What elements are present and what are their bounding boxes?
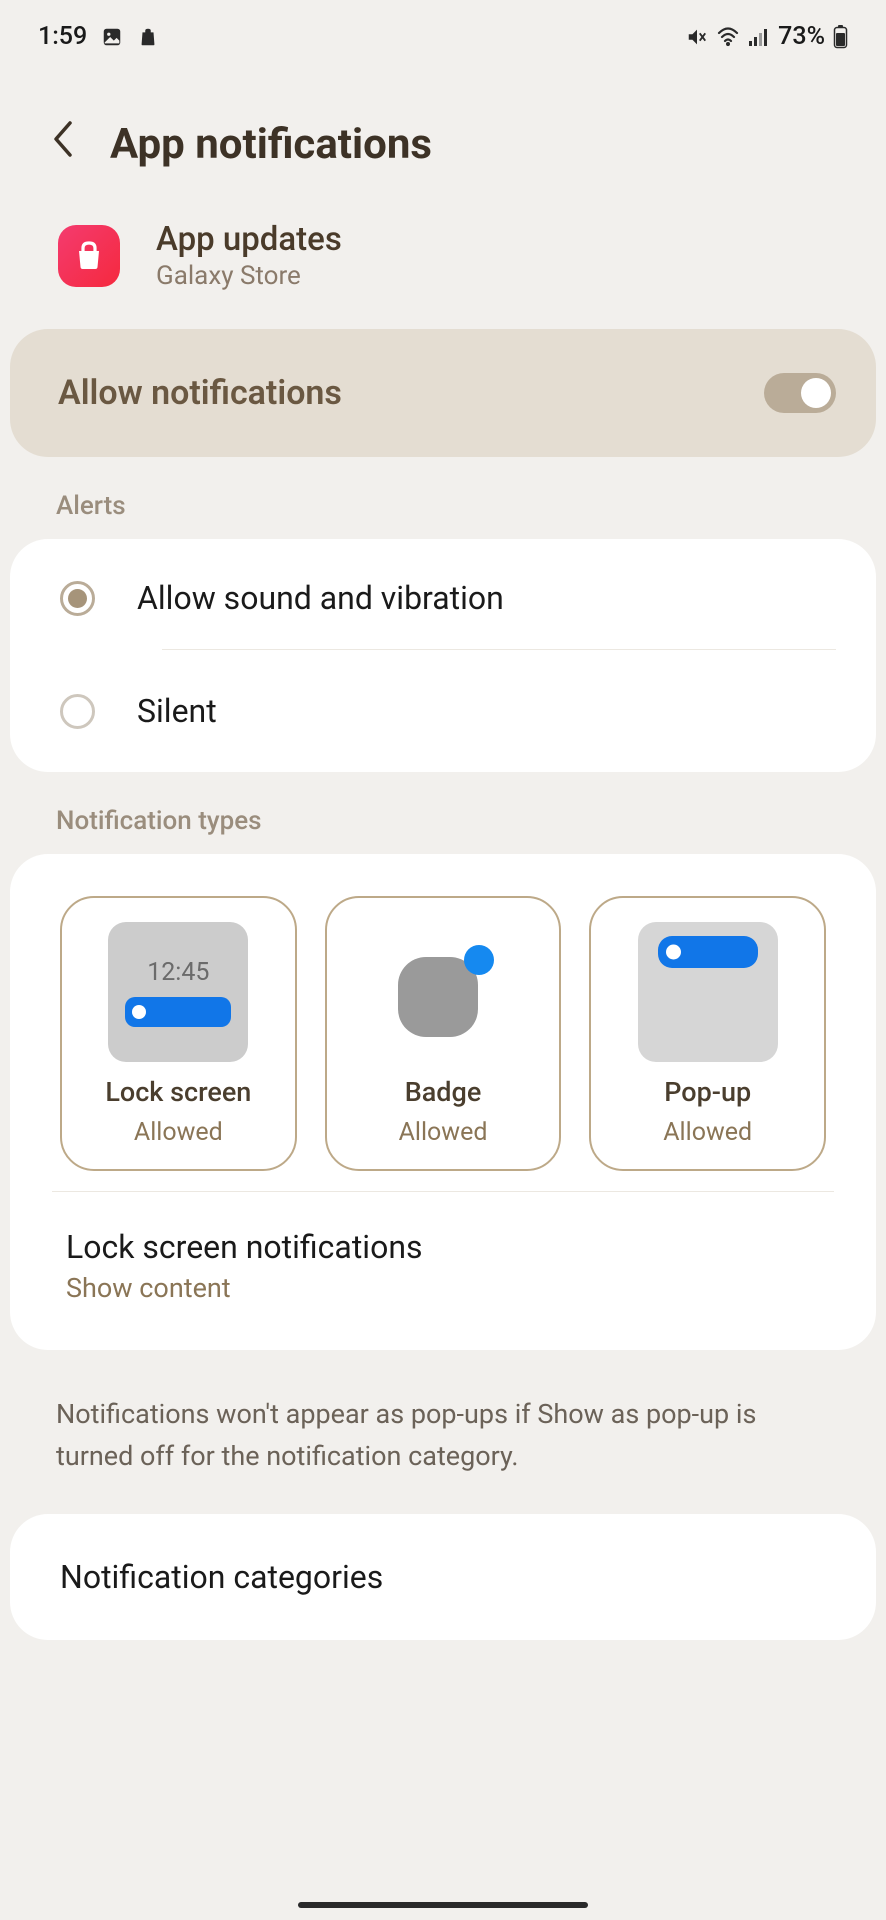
notification-categories-row[interactable]: Notification categories [10,1514,876,1640]
allow-notifications-row[interactable]: Allow notifications [10,329,876,457]
radio-selected-icon [60,581,95,616]
app-subtitle: Galaxy Store [156,261,342,291]
type-popup-name: Pop-up [664,1076,751,1108]
status-time: 1:59 [38,22,87,51]
alert-option-silent[interactable]: Silent [10,650,876,772]
mute-icon [686,26,708,48]
type-popup-status: Allowed [663,1118,752,1147]
allow-notifications-toggle[interactable] [764,373,836,413]
image-icon [101,26,123,48]
app-name: App updates [156,220,342,259]
gesture-bar[interactable] [298,1902,588,1908]
categories-title: Notification categories [60,1558,383,1596]
popup-preview-icon [638,922,778,1062]
type-badge-name: Badge [405,1076,482,1108]
alert-option-sound[interactable]: Allow sound and vibration [10,539,876,649]
lock-preview-time: 12:45 [147,958,209,987]
types-section-label: Notification types [0,772,886,854]
page-header: App notifications [0,71,886,200]
bag-icon [137,26,159,48]
types-card: 12:45 Lock screen Allowed Badge Allowed [10,854,876,1350]
wifi-icon [716,27,740,47]
type-badge-status: Allowed [399,1118,488,1147]
lock-screen-preview-icon: 12:45 [108,922,248,1062]
app-icon [58,225,120,287]
lock-screen-notif-title: Lock screen notifications [66,1228,820,1266]
battery-icon [833,25,848,49]
type-badge[interactable]: Badge Allowed [325,896,562,1171]
app-info: App updates Galaxy Store [0,200,886,329]
radio-unselected-icon [60,694,95,729]
allow-notifications-label: Allow notifications [58,373,342,413]
badge-preview-icon [398,947,488,1037]
lock-screen-notifications-row[interactable]: Lock screen notifications Show content [24,1192,862,1308]
status-bar: 1:59 73% [0,0,886,71]
page-title: App notifications [110,120,432,169]
type-lock-name: Lock screen [105,1076,251,1108]
alert-sound-label: Allow sound and vibration [137,579,504,617]
type-lock-status: Allowed [134,1118,223,1147]
status-left: 1:59 [38,22,159,51]
back-button[interactable] [50,119,76,170]
popup-info-text: Notifications won't appear as pop-ups if… [0,1350,886,1514]
alert-silent-label: Silent [137,692,217,730]
battery-text: 73% [778,22,825,51]
signal-icon [748,27,770,47]
type-popup[interactable]: Pop-up Allowed [589,896,826,1171]
alerts-card: Allow sound and vibration Silent [10,539,876,772]
status-right: 73% [686,22,848,51]
lock-screen-notif-subtitle: Show content [66,1272,820,1304]
alerts-section-label: Alerts [0,457,886,539]
type-lock-screen[interactable]: 12:45 Lock screen Allowed [60,896,297,1171]
